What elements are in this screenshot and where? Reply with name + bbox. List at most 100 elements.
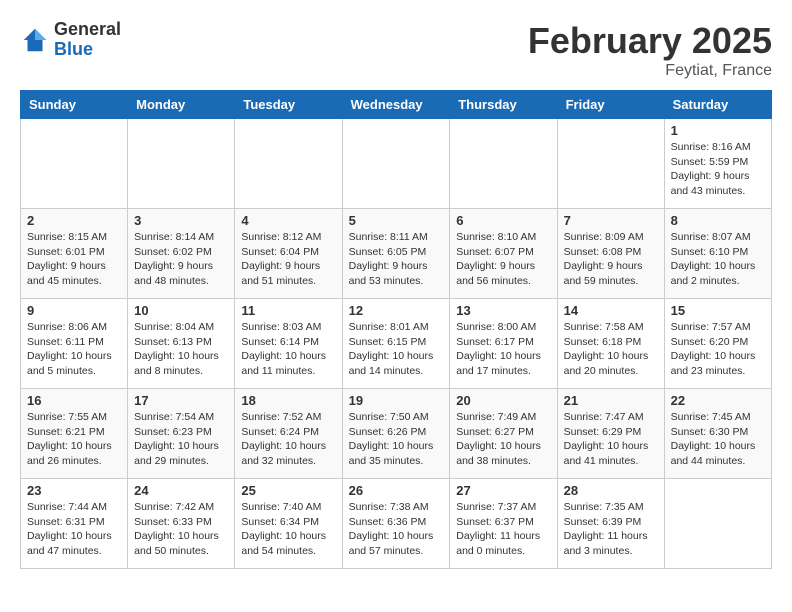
calendar: Sunday Monday Tuesday Wednesday Thursday…	[20, 90, 772, 569]
day-cell	[342, 119, 450, 209]
day-number: 23	[27, 483, 121, 498]
day-info: Sunrise: 7:49 AMSunset: 6:27 PMDaylight:…	[456, 410, 550, 469]
day-info: Sunrise: 8:01 AMSunset: 6:15 PMDaylight:…	[349, 320, 444, 379]
day-number: 8	[671, 213, 765, 228]
day-cell: 11 Sunrise: 8:03 AMSunset: 6:14 PMDaylig…	[235, 299, 342, 389]
day-number: 21	[564, 393, 658, 408]
day-cell: 7 Sunrise: 8:09 AMSunset: 6:08 PMDayligh…	[557, 209, 664, 299]
day-info: Sunrise: 7:58 AMSunset: 6:18 PMDaylight:…	[564, 320, 658, 379]
day-cell: 6 Sunrise: 8:10 AMSunset: 6:07 PMDayligh…	[450, 209, 557, 299]
day-cell: 4 Sunrise: 8:12 AMSunset: 6:04 PMDayligh…	[235, 209, 342, 299]
week-row-1: 1 Sunrise: 8:16 AMSunset: 5:59 PMDayligh…	[21, 119, 772, 209]
day-cell: 25 Sunrise: 7:40 AMSunset: 6:34 PMDaylig…	[235, 479, 342, 569]
day-info: Sunrise: 7:37 AMSunset: 6:37 PMDaylight:…	[456, 500, 550, 559]
day-number: 18	[241, 393, 335, 408]
logo-general-text: General	[54, 20, 121, 40]
day-cell: 27 Sunrise: 7:37 AMSunset: 6:37 PMDaylig…	[450, 479, 557, 569]
day-cell	[450, 119, 557, 209]
day-number: 5	[349, 213, 444, 228]
logo-blue-text: Blue	[54, 40, 121, 60]
month-title: February 2025	[528, 20, 772, 62]
day-number: 27	[456, 483, 550, 498]
day-info: Sunrise: 8:03 AMSunset: 6:14 PMDaylight:…	[241, 320, 335, 379]
week-row-3: 9 Sunrise: 8:06 AMSunset: 6:11 PMDayligh…	[21, 299, 772, 389]
day-cell	[664, 479, 771, 569]
day-number: 13	[456, 303, 550, 318]
day-info: Sunrise: 7:57 AMSunset: 6:20 PMDaylight:…	[671, 320, 765, 379]
day-cell: 26 Sunrise: 7:38 AMSunset: 6:36 PMDaylig…	[342, 479, 450, 569]
day-info: Sunrise: 8:00 AMSunset: 6:17 PMDaylight:…	[456, 320, 550, 379]
col-thursday: Thursday	[450, 91, 557, 119]
day-number: 20	[456, 393, 550, 408]
day-cell: 23 Sunrise: 7:44 AMSunset: 6:31 PMDaylig…	[21, 479, 128, 569]
day-cell	[235, 119, 342, 209]
logo-text: General Blue	[54, 20, 121, 60]
day-info: Sunrise: 8:09 AMSunset: 6:08 PMDaylight:…	[564, 230, 658, 289]
day-number: 6	[456, 213, 550, 228]
day-cell: 5 Sunrise: 8:11 AMSunset: 6:05 PMDayligh…	[342, 209, 450, 299]
day-cell	[21, 119, 128, 209]
day-number: 17	[134, 393, 228, 408]
day-info: Sunrise: 8:10 AMSunset: 6:07 PMDaylight:…	[456, 230, 550, 289]
day-info: Sunrise: 7:42 AMSunset: 6:33 PMDaylight:…	[134, 500, 228, 559]
day-info: Sunrise: 8:11 AMSunset: 6:05 PMDaylight:…	[349, 230, 444, 289]
day-number: 4	[241, 213, 335, 228]
calendar-header-row: Sunday Monday Tuesday Wednesday Thursday…	[21, 91, 772, 119]
day-cell: 13 Sunrise: 8:00 AMSunset: 6:17 PMDaylig…	[450, 299, 557, 389]
logo: General Blue	[20, 20, 121, 60]
day-info: Sunrise: 8:14 AMSunset: 6:02 PMDaylight:…	[134, 230, 228, 289]
day-info: Sunrise: 8:15 AMSunset: 6:01 PMDaylight:…	[27, 230, 121, 289]
day-info: Sunrise: 8:04 AMSunset: 6:13 PMDaylight:…	[134, 320, 228, 379]
day-number: 15	[671, 303, 765, 318]
day-info: Sunrise: 7:40 AMSunset: 6:34 PMDaylight:…	[241, 500, 335, 559]
day-number: 26	[349, 483, 444, 498]
day-cell: 1 Sunrise: 8:16 AMSunset: 5:59 PMDayligh…	[664, 119, 771, 209]
col-monday: Monday	[128, 91, 235, 119]
day-number: 12	[349, 303, 444, 318]
day-cell: 18 Sunrise: 7:52 AMSunset: 6:24 PMDaylig…	[235, 389, 342, 479]
day-number: 28	[564, 483, 658, 498]
logo-icon	[20, 25, 50, 55]
day-cell: 8 Sunrise: 8:07 AMSunset: 6:10 PMDayligh…	[664, 209, 771, 299]
day-info: Sunrise: 7:35 AMSunset: 6:39 PMDaylight:…	[564, 500, 658, 559]
day-cell: 10 Sunrise: 8:04 AMSunset: 6:13 PMDaylig…	[128, 299, 235, 389]
day-info: Sunrise: 8:16 AMSunset: 5:59 PMDaylight:…	[671, 140, 765, 199]
day-number: 14	[564, 303, 658, 318]
col-saturday: Saturday	[664, 91, 771, 119]
day-cell: 21 Sunrise: 7:47 AMSunset: 6:29 PMDaylig…	[557, 389, 664, 479]
day-number: 16	[27, 393, 121, 408]
day-number: 19	[349, 393, 444, 408]
header: General Blue February 2025 Feytiat, Fran…	[20, 20, 772, 80]
day-cell	[557, 119, 664, 209]
location-title: Feytiat, France	[528, 62, 772, 80]
day-cell: 15 Sunrise: 7:57 AMSunset: 6:20 PMDaylig…	[664, 299, 771, 389]
title-section: February 2025 Feytiat, France	[528, 20, 772, 80]
day-number: 25	[241, 483, 335, 498]
day-info: Sunrise: 7:50 AMSunset: 6:26 PMDaylight:…	[349, 410, 444, 469]
day-number: 24	[134, 483, 228, 498]
col-tuesday: Tuesday	[235, 91, 342, 119]
day-number: 7	[564, 213, 658, 228]
day-info: Sunrise: 7:44 AMSunset: 6:31 PMDaylight:…	[27, 500, 121, 559]
day-cell: 28 Sunrise: 7:35 AMSunset: 6:39 PMDaylig…	[557, 479, 664, 569]
day-cell: 19 Sunrise: 7:50 AMSunset: 6:26 PMDaylig…	[342, 389, 450, 479]
day-number: 11	[241, 303, 335, 318]
day-cell: 14 Sunrise: 7:58 AMSunset: 6:18 PMDaylig…	[557, 299, 664, 389]
day-info: Sunrise: 8:07 AMSunset: 6:10 PMDaylight:…	[671, 230, 765, 289]
col-sunday: Sunday	[21, 91, 128, 119]
week-row-4: 16 Sunrise: 7:55 AMSunset: 6:21 PMDaylig…	[21, 389, 772, 479]
day-cell: 22 Sunrise: 7:45 AMSunset: 6:30 PMDaylig…	[664, 389, 771, 479]
col-wednesday: Wednesday	[342, 91, 450, 119]
col-friday: Friday	[557, 91, 664, 119]
day-cell: 24 Sunrise: 7:42 AMSunset: 6:33 PMDaylig…	[128, 479, 235, 569]
day-info: Sunrise: 7:52 AMSunset: 6:24 PMDaylight:…	[241, 410, 335, 469]
day-cell: 12 Sunrise: 8:01 AMSunset: 6:15 PMDaylig…	[342, 299, 450, 389]
day-info: Sunrise: 7:47 AMSunset: 6:29 PMDaylight:…	[564, 410, 658, 469]
week-row-2: 2 Sunrise: 8:15 AMSunset: 6:01 PMDayligh…	[21, 209, 772, 299]
day-number: 2	[27, 213, 121, 228]
day-cell: 9 Sunrise: 8:06 AMSunset: 6:11 PMDayligh…	[21, 299, 128, 389]
day-cell	[128, 119, 235, 209]
day-number: 9	[27, 303, 121, 318]
day-info: Sunrise: 8:12 AMSunset: 6:04 PMDaylight:…	[241, 230, 335, 289]
day-cell: 2 Sunrise: 8:15 AMSunset: 6:01 PMDayligh…	[21, 209, 128, 299]
